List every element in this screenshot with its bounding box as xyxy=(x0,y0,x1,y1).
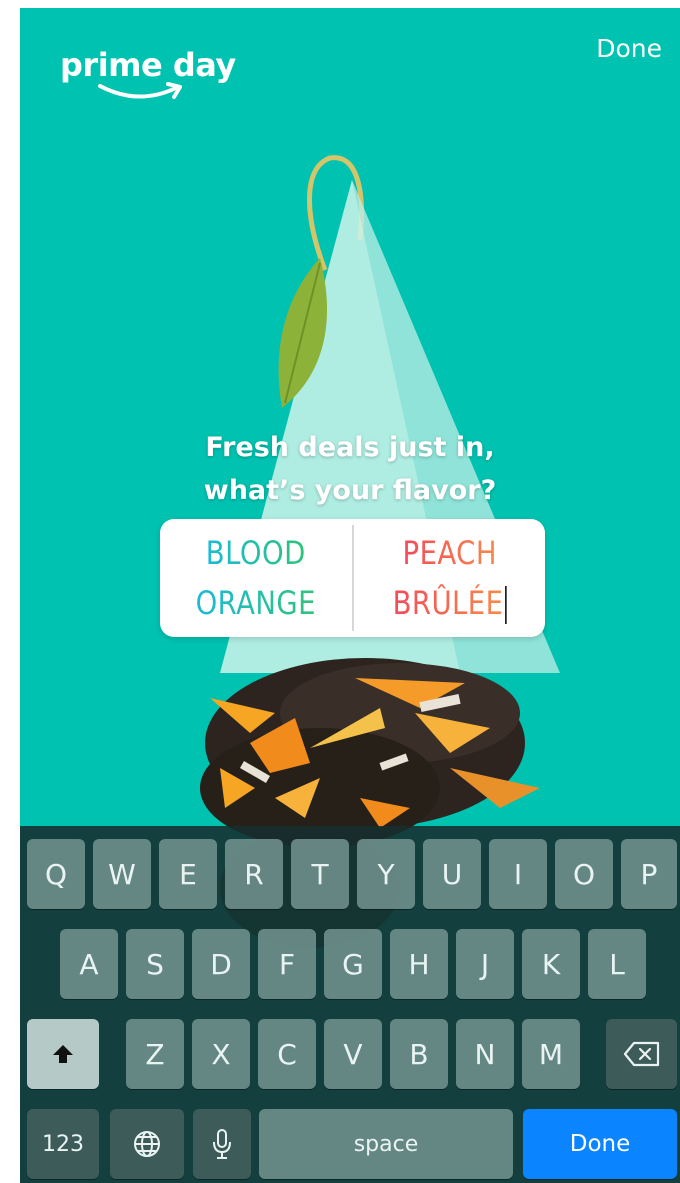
key-t[interactable]: T xyxy=(291,839,349,909)
backspace-key[interactable] xyxy=(606,1019,677,1089)
key-h[interactable]: H xyxy=(390,929,448,999)
poll-divider xyxy=(351,525,354,631)
key-e[interactable]: E xyxy=(159,839,217,909)
key-s[interactable]: S xyxy=(126,929,184,999)
key-i[interactable]: I xyxy=(489,839,547,909)
keyboard: Q W E R T Y U I O P A S D F G H J K L Z … xyxy=(20,826,680,1183)
poll-option-left[interactable]: BLOOD ORANGE xyxy=(173,519,338,637)
key-n[interactable]: N xyxy=(456,1019,514,1089)
shift-key[interactable] xyxy=(27,1019,99,1089)
microphone-icon xyxy=(213,1129,231,1159)
story-editor: prime day Done Fresh deals just in, what… xyxy=(20,8,680,1183)
dictation-key[interactable] xyxy=(193,1109,251,1179)
key-k[interactable]: K xyxy=(522,929,580,999)
key-c[interactable]: C xyxy=(258,1019,316,1089)
poll-option-left-line2: ORANGE xyxy=(196,578,316,628)
globe-key[interactable] xyxy=(110,1109,184,1179)
key-f[interactable]: F xyxy=(258,929,316,999)
poll-question[interactable]: Fresh deals just in, what’s your flavor? xyxy=(20,426,680,512)
poll-option-right-line2: BRÛLÉE xyxy=(392,584,503,622)
smile-arrow-icon xyxy=(98,82,182,99)
key-x[interactable]: X xyxy=(192,1019,250,1089)
key-y[interactable]: Y xyxy=(357,839,415,909)
key-g[interactable]: G xyxy=(324,929,382,999)
key-q[interactable]: Q xyxy=(27,839,85,909)
poll-question-line2: what’s your flavor? xyxy=(203,475,497,506)
text-cursor xyxy=(504,586,507,624)
key-a[interactable]: A xyxy=(60,929,118,999)
key-v[interactable]: V xyxy=(324,1019,382,1089)
key-u[interactable]: U xyxy=(423,839,481,909)
poll-option-right[interactable]: PEACH BRÛLÉE xyxy=(367,519,532,637)
poll-option-right-line1: PEACH xyxy=(402,528,496,578)
key-w[interactable]: W xyxy=(93,839,151,909)
key-j[interactable]: J xyxy=(456,929,514,999)
space-key[interactable]: space xyxy=(259,1109,513,1179)
key-m[interactable]: M xyxy=(522,1019,580,1089)
key-b[interactable]: B xyxy=(390,1019,448,1089)
numbers-key[interactable]: 123 xyxy=(27,1109,99,1179)
globe-icon xyxy=(134,1131,160,1157)
poll-sticker[interactable]: BLOOD ORANGE PEACH BRÛLÉE xyxy=(160,519,545,637)
key-p[interactable]: P xyxy=(621,839,677,909)
key-z[interactable]: Z xyxy=(126,1019,184,1089)
key-d[interactable]: D xyxy=(192,929,250,999)
key-l[interactable]: L xyxy=(588,929,646,999)
keyboard-done-key[interactable]: Done xyxy=(523,1109,677,1179)
key-o[interactable]: O xyxy=(555,839,613,909)
prime-day-logo: prime day xyxy=(60,46,236,84)
poll-option-left-line1: BLOOD xyxy=(206,528,306,578)
backspace-icon xyxy=(623,1041,659,1067)
poll-question-line1: Fresh deals just in, xyxy=(205,432,495,463)
poll-option-right-line2-wrap: BRÛLÉE xyxy=(392,578,507,628)
shift-icon xyxy=(53,1045,73,1063)
done-button[interactable]: Done xyxy=(596,34,662,63)
key-r[interactable]: R xyxy=(225,839,283,909)
